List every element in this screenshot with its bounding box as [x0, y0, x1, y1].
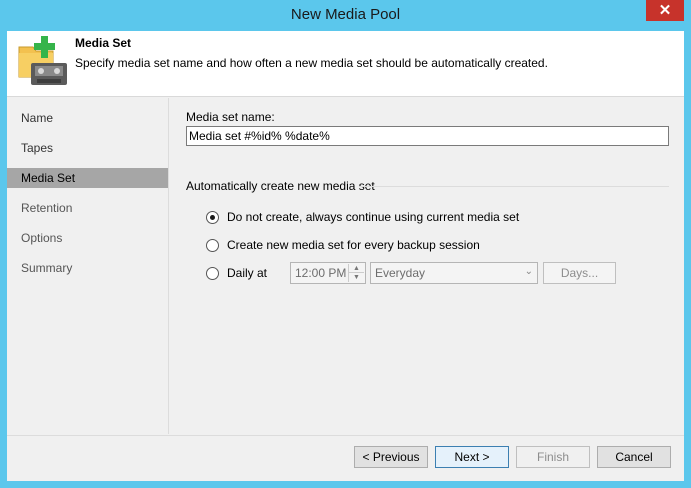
header-description: Specify media set name and how often a n… — [75, 56, 548, 70]
daily-time-picker[interactable]: 12:00 PM ▲ ▼ — [290, 262, 366, 284]
finish-button[interactable]: Finish — [516, 446, 590, 468]
wizard-window: New Media Pool ✕ Media Set Specify media… — [0, 0, 691, 488]
media-set-panel: Media set name: Media set #%id% %date% A… — [170, 98, 684, 434]
wizard-client: Media Set Specify media set name and how… — [7, 31, 684, 481]
option-every-session[interactable]: Create new media set for every backup se… — [206, 237, 480, 253]
title-bar[interactable]: New Media Pool ✕ — [0, 0, 691, 31]
close-button[interactable]: ✕ — [646, 0, 684, 21]
nav-item-retention[interactable]: Retention — [7, 198, 168, 218]
option-do-not-create-label: Do not create, always continue using cur… — [227, 210, 520, 224]
wizard-footer: < Previous Next > Finish Cancel — [7, 435, 684, 481]
time-spinner[interactable]: ▲ ▼ — [348, 264, 364, 282]
daily-time-value: 12:00 PM — [295, 266, 347, 280]
auto-create-group-label: Automatically create new media set — [186, 179, 375, 193]
cancel-button[interactable]: Cancel — [597, 446, 671, 468]
wizard-steps: Name Tapes Media Set Retention Options S… — [7, 98, 169, 434]
option-every-session-label: Create new media set for every backup se… — [227, 238, 480, 252]
option-daily-at[interactable]: Daily at — [206, 265, 267, 281]
schedule-value: Everyday — [375, 266, 426, 280]
nav-item-media-set[interactable]: Media Set — [7, 168, 168, 188]
previous-button[interactable]: < Previous — [354, 446, 428, 468]
group-divider — [360, 186, 669, 187]
radio-daily-at[interactable] — [206, 266, 219, 280]
nav-item-tapes[interactable]: Tapes — [7, 138, 168, 158]
option-do-not-create[interactable]: Do not create, always continue using cur… — [206, 209, 519, 225]
option-daily-at-label: Daily at — [227, 266, 268, 280]
chevron-down-icon[interactable]: ▼ — [349, 273, 364, 282]
chevron-down-icon: ⌄ — [524, 266, 533, 277]
window-title: New Media Pool — [290, 6, 401, 23]
nav-item-options[interactable]: Options — [7, 228, 168, 248]
nav-item-summary[interactable]: Summary — [7, 258, 168, 278]
media-set-name-label: Media set name: — [186, 110, 275, 124]
days-button[interactable]: Days... — [543, 262, 616, 284]
radio-do-not-create[interactable] — [206, 210, 219, 224]
schedule-dropdown[interactable]: Everyday ⌄ — [370, 262, 538, 284]
wizard-header: Media Set Specify media set name and how… — [7, 31, 684, 97]
next-button[interactable]: Next > — [435, 446, 509, 468]
media-pool-add-icon — [18, 36, 67, 85]
nav-item-name[interactable]: Name — [7, 108, 168, 128]
close-icon: ✕ — [658, 2, 672, 19]
header-title: Media Set — [75, 36, 132, 50]
chevron-up-icon[interactable]: ▲ — [349, 264, 364, 273]
radio-every-session[interactable] — [206, 238, 219, 252]
media-set-name-input[interactable]: Media set #%id% %date% — [186, 126, 669, 146]
